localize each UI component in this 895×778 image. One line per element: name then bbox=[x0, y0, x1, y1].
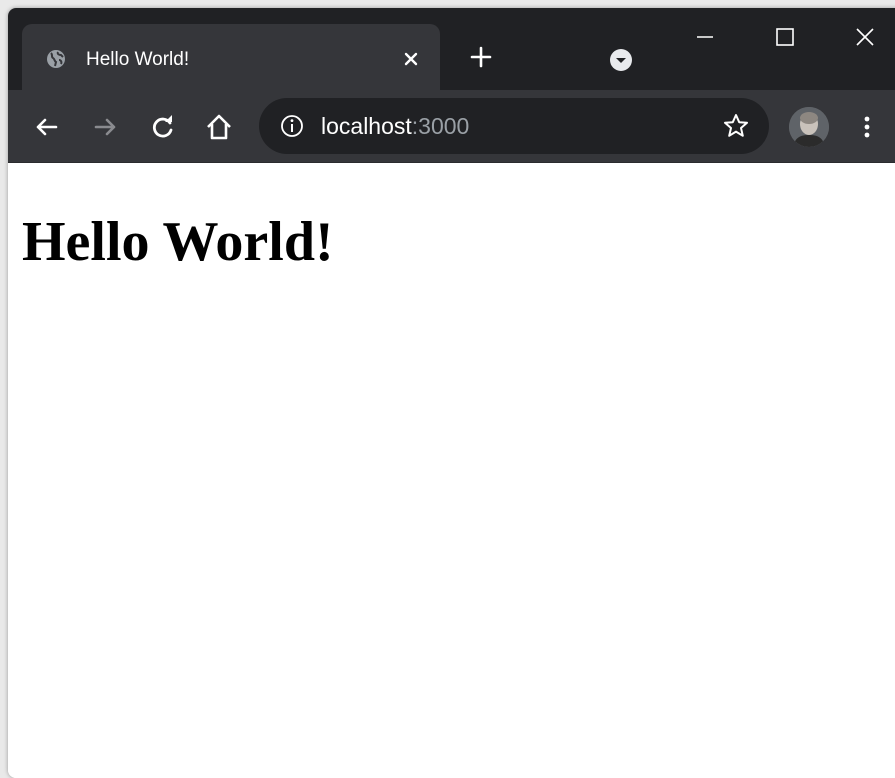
arrow-right-icon[interactable] bbox=[90, 112, 120, 142]
url-text[interactable]: localhost:3000 bbox=[321, 113, 469, 139]
page-viewport: Hello World! bbox=[8, 163, 895, 778]
close-tab-icon[interactable] bbox=[398, 46, 424, 72]
more-vertical-icon[interactable] bbox=[852, 112, 882, 142]
tab-search-icon[interactable] bbox=[609, 48, 633, 72]
url-port: :3000 bbox=[411, 113, 470, 139]
star-icon[interactable] bbox=[721, 111, 751, 141]
reload-icon[interactable] bbox=[148, 112, 178, 142]
page-heading: Hello World! bbox=[22, 211, 334, 273]
home-icon[interactable] bbox=[204, 112, 234, 142]
address-bar[interactable]: localhost:3000 bbox=[259, 98, 769, 154]
globe-icon bbox=[46, 49, 66, 69]
tab-title: Hello World! bbox=[86, 49, 190, 70]
tab-hello-world[interactable]: Hello World! bbox=[22, 24, 440, 90]
minimize-icon[interactable] bbox=[690, 22, 720, 52]
url-host: localhost bbox=[321, 113, 412, 139]
profile-avatar[interactable] bbox=[789, 107, 829, 147]
arrow-left-icon[interactable] bbox=[32, 112, 62, 142]
browser-window: Hello World! localhost:3000 Hello World! bbox=[8, 8, 895, 778]
close-window-icon[interactable] bbox=[850, 22, 880, 52]
info-icon[interactable] bbox=[279, 113, 305, 139]
title-bar: Hello World! bbox=[8, 8, 895, 90]
new-tab-icon[interactable] bbox=[468, 44, 494, 70]
maximize-icon[interactable] bbox=[770, 22, 800, 52]
browser-toolbar: localhost:3000 bbox=[8, 90, 895, 163]
